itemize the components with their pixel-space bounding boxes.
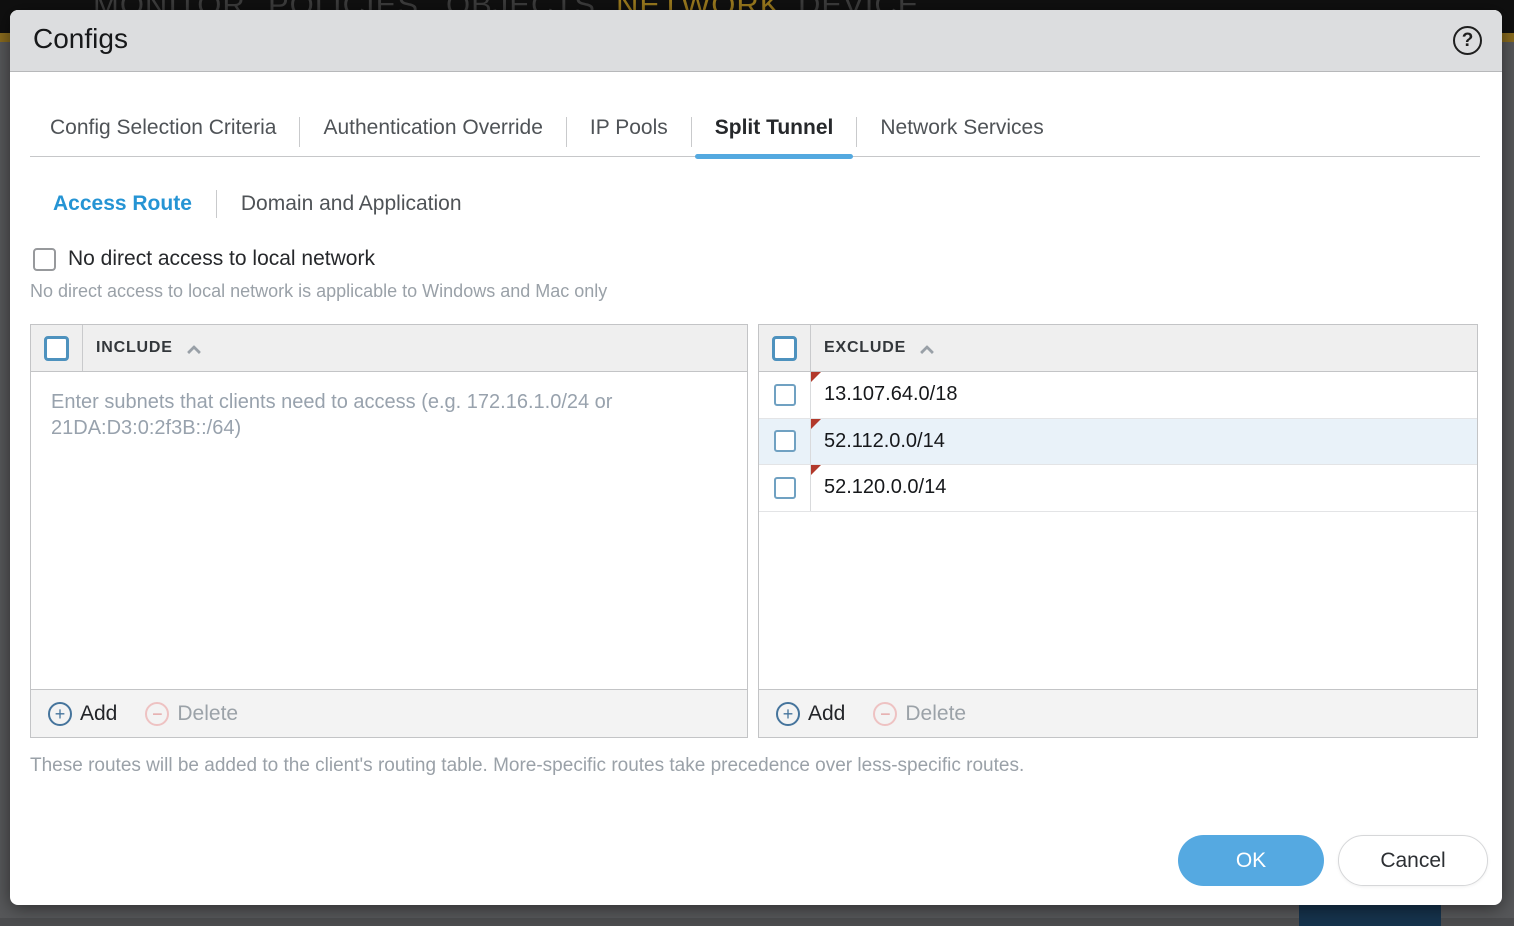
row-checkbox-cell <box>759 465 811 511</box>
delete-icon: − <box>873 702 897 726</box>
include-select-all-checkbox[interactable] <box>44 336 69 361</box>
row-checkbox[interactable] <box>774 430 796 452</box>
table-row[interactable]: 52.120.0.0/14 <box>759 465 1477 512</box>
row-checkbox-cell <box>759 419 811 465</box>
access-route-tables: INCLUDE Enter subnets that clients need … <box>30 324 1478 738</box>
table-row[interactable]: 52.112.0.0/14 <box>759 419 1477 466</box>
exclude-table-body: 13.107.64.0/18 52.112.0.0/14 <box>759 372 1477 689</box>
dialog-tab-bar: Config Selection Criteria Authentication… <box>30 100 1480 157</box>
include-add-button[interactable]: + Add <box>48 702 117 726</box>
subtab-domain-and-application[interactable]: Domain and Application <box>217 192 486 216</box>
configs-dialog: Configs ? Config Selection Criteria Auth… <box>10 10 1502 905</box>
edited-marker-icon <box>811 419 821 429</box>
exclude-route-cell[interactable]: 13.107.64.0/18 <box>811 372 1477 418</box>
add-icon: + <box>776 702 800 726</box>
exclude-delete-button[interactable]: − Delete <box>873 702 966 726</box>
no-direct-access-checkbox[interactable] <box>33 248 56 271</box>
include-add-label: Add <box>80 702 117 726</box>
exclude-delete-label: Delete <box>905 702 966 726</box>
exclude-table-footer: + Add − Delete <box>759 689 1477 737</box>
dialog-title: Configs <box>33 23 128 55</box>
exclude-select-all-cell <box>759 325 811 371</box>
cancel-button[interactable]: Cancel <box>1338 835 1488 886</box>
row-checkbox[interactable] <box>774 384 796 406</box>
delete-icon: − <box>145 702 169 726</box>
include-delete-button[interactable]: − Delete <box>145 702 238 726</box>
ok-button[interactable]: OK <box>1178 835 1324 886</box>
table-row[interactable]: 13.107.64.0/18 <box>759 372 1477 419</box>
include-column-header[interactable]: INCLUDE <box>96 339 173 357</box>
no-direct-access-row: No direct access to local network <box>33 247 375 271</box>
sort-ascending-icon <box>920 345 934 359</box>
tab-ip-pools[interactable]: IP Pools <box>567 116 691 156</box>
no-direct-access-label: No direct access to local network <box>68 247 375 271</box>
tab-authentication-override[interactable]: Authentication Override <box>300 116 565 156</box>
row-checkbox[interactable] <box>774 477 796 499</box>
sort-ascending-icon <box>187 345 201 359</box>
edited-marker-icon <box>811 372 821 382</box>
exclude-route-cell[interactable]: 52.120.0.0/14 <box>811 465 1477 511</box>
exclude-route-value: 52.120.0.0/14 <box>824 476 946 499</box>
include-table-body[interactable]: Enter subnets that clients need to acces… <box>31 372 747 689</box>
tab-network-services[interactable]: Network Services <box>857 116 1066 156</box>
exclude-table-header: EXCLUDE <box>759 325 1477 372</box>
include-placeholder: Enter subnets that clients need to acces… <box>31 372 686 459</box>
tab-split-tunnel[interactable]: Split Tunnel <box>692 116 857 156</box>
subtab-access-route[interactable]: Access Route <box>53 192 216 216</box>
background-page-edge <box>0 918 1514 926</box>
row-checkbox-cell <box>759 372 811 418</box>
exclude-add-label: Add <box>808 702 845 726</box>
routes-footnote: These routes will be added to the client… <box>30 755 1024 777</box>
dialog-header: Configs ? <box>10 10 1502 72</box>
tab-config-selection-criteria[interactable]: Config Selection Criteria <box>30 116 299 156</box>
no-direct-access-note: No direct access to local network is app… <box>30 281 607 302</box>
add-icon: + <box>48 702 72 726</box>
split-tunnel-subtab-bar: Access Route Domain and Application <box>53 189 486 219</box>
exclude-route-value: 52.112.0.0/14 <box>824 430 945 453</box>
include-table-header: INCLUDE <box>31 325 747 372</box>
background-panel-fragment <box>1299 905 1441 926</box>
exclude-route-value: 13.107.64.0/18 <box>824 383 957 406</box>
include-select-all-cell <box>31 325 83 371</box>
include-delete-label: Delete <box>177 702 238 726</box>
include-table: INCLUDE Enter subnets that clients need … <box>30 324 748 738</box>
exclude-table: EXCLUDE 13.107.64.0/18 <box>758 324 1478 738</box>
exclude-column-header[interactable]: EXCLUDE <box>824 339 906 357</box>
exclude-route-cell[interactable]: 52.112.0.0/14 <box>811 419 1477 465</box>
help-icon[interactable]: ? <box>1453 26 1482 55</box>
include-table-footer: + Add − Delete <box>31 689 747 737</box>
exclude-add-button[interactable]: + Add <box>776 702 845 726</box>
edited-marker-icon <box>811 465 821 475</box>
exclude-select-all-checkbox[interactable] <box>772 336 797 361</box>
